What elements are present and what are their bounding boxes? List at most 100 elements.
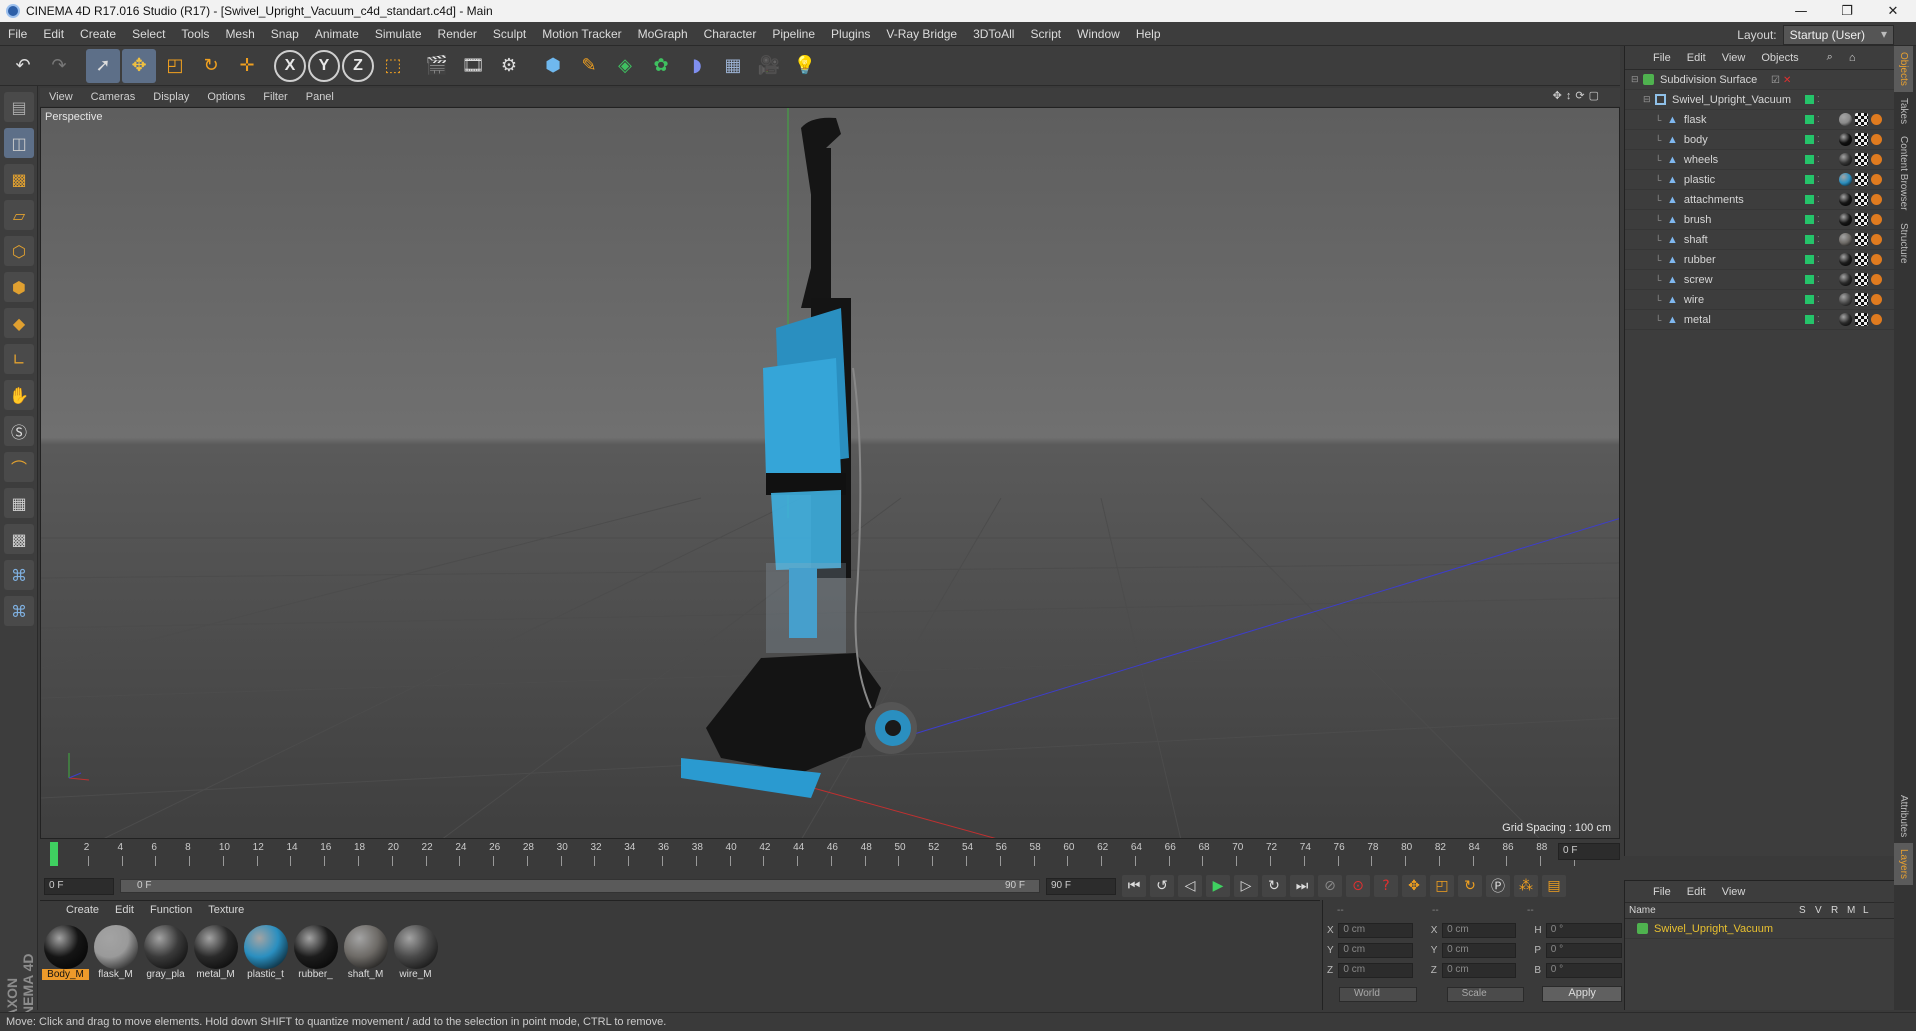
menu-sculpt[interactable]: Sculpt	[485, 27, 534, 41]
editor-render-visibility-icon[interactable]: ⁚	[1817, 175, 1820, 184]
pos-x-field[interactable]: 0 cm	[1338, 923, 1412, 938]
menu-file[interactable]: File	[0, 27, 35, 41]
menu-tools[interactable]: Tools	[173, 27, 217, 41]
phong-tag-icon[interactable]	[1871, 234, 1882, 245]
key-parameter-icon[interactable]: Ⓟ	[1486, 875, 1510, 897]
om-menu-file[interactable]: File	[1645, 52, 1679, 64]
uvw-tag-icon[interactable]	[1855, 133, 1868, 146]
record-keys-icon[interactable]: ⊙	[1346, 875, 1370, 897]
menu-select[interactable]: Select	[124, 27, 173, 41]
uvw-tag-icon[interactable]	[1855, 253, 1868, 266]
menu-edit[interactable]: Edit	[35, 27, 72, 41]
phong-tag-icon[interactable]	[1871, 134, 1882, 145]
material-tag-icon[interactable]	[1839, 213, 1852, 226]
rot-p-field[interactable]: 0 °	[1546, 943, 1622, 958]
object-row[interactable]: └▲rubber⁚	[1625, 250, 1894, 270]
lm-menu-edit[interactable]: Edit	[1679, 886, 1714, 898]
material-swatch[interactable]: Body_M	[42, 925, 89, 980]
uvw-tag-icon[interactable]	[1855, 113, 1868, 126]
menu-pipeline[interactable]: Pipeline	[764, 27, 823, 41]
workplane-lock-icon[interactable]: ▦	[4, 488, 34, 518]
motion-record-icon[interactable]: ⊘	[1318, 875, 1342, 897]
object-row[interactable]: └▲plastic⁚	[1625, 170, 1894, 190]
key-pla-icon[interactable]: ⁂	[1514, 875, 1538, 897]
size-y-field[interactable]: 0 cm	[1442, 943, 1516, 958]
mat-menu-function[interactable]: Function	[142, 904, 200, 916]
material-swatch[interactable]: metal_M	[192, 925, 239, 980]
subdivision-icon[interactable]: ◈	[608, 49, 642, 83]
mat-menu-texture[interactable]: Texture	[200, 904, 252, 916]
z-axis-lock-icon[interactable]: Z	[342, 50, 374, 82]
editor-render-visibility-icon[interactable]: ⁚	[1817, 135, 1820, 144]
menu-plugins[interactable]: Plugins	[823, 27, 878, 41]
autokey-icon[interactable]: ?	[1374, 875, 1398, 897]
phong-tag-icon[interactable]	[1871, 154, 1882, 165]
object-row[interactable]: └▲wheels⁚	[1625, 150, 1894, 170]
coord-scale-dropdown[interactable]: Scale	[1447, 987, 1525, 1002]
size-x-field[interactable]: 0 cm	[1442, 923, 1516, 938]
phong-tag-icon[interactable]	[1871, 114, 1882, 125]
mat-menu-edit[interactable]: Edit	[107, 904, 142, 916]
render-view-icon[interactable]: 🎬	[420, 49, 454, 83]
uvw-tag-icon[interactable]	[1855, 153, 1868, 166]
key-scale-icon[interactable]: ◰	[1430, 875, 1454, 897]
playhead[interactable]	[50, 842, 58, 866]
material-tag-icon[interactable]	[1839, 253, 1852, 266]
disable-icon[interactable]: ✕	[1783, 75, 1791, 86]
material-tag-icon[interactable]	[1839, 173, 1852, 186]
menu-3dtoall[interactable]: 3DToAll	[965, 27, 1022, 41]
live-selection-icon[interactable]: ➚	[86, 49, 120, 83]
move-icon[interactable]: ✥	[122, 49, 156, 83]
material-swatch[interactable]: flask_M	[92, 925, 139, 980]
material-tag-icon[interactable]	[1839, 233, 1852, 246]
pos-z-field[interactable]: 0 cm	[1338, 963, 1412, 978]
perspective-viewport[interactable]: Perspective Grid Spacing : 100 cm	[40, 107, 1620, 839]
next-key-icon[interactable]: ↻	[1262, 875, 1286, 897]
points-mode-icon[interactable]: ⬡	[4, 236, 34, 266]
object-row[interactable]: └▲metal⁚	[1625, 310, 1894, 330]
menu-character[interactable]: Character	[696, 27, 765, 41]
coordinate-system-icon[interactable]: ⬚	[376, 49, 410, 83]
menu-render[interactable]: Render	[430, 27, 485, 41]
material-swatch[interactable]: plastic_t	[242, 925, 289, 980]
viewport-menu-display[interactable]: Display	[144, 91, 198, 103]
texture-mode-icon[interactable]: ▩	[4, 164, 34, 194]
goto-end-icon[interactable]: ⏭	[1290, 875, 1314, 897]
tweak-icon[interactable]: ✋	[4, 380, 34, 410]
visibility-flags[interactable]: ⁚	[1805, 175, 1820, 184]
side-tab-structure[interactable]: Structure	[1894, 217, 1913, 270]
visibility-flags[interactable]: ⁚	[1805, 295, 1820, 304]
play-icon[interactable]: ▶	[1206, 875, 1230, 897]
menu-window[interactable]: Window	[1069, 27, 1128, 41]
side-tab-takes[interactable]: Takes	[1894, 92, 1913, 130]
viewport-menu-panel[interactable]: Panel	[297, 91, 343, 103]
visibility-flags[interactable]: ⁚	[1805, 95, 1820, 104]
phong-tag-icon[interactable]	[1871, 254, 1882, 265]
menu-script[interactable]: Script	[1022, 27, 1069, 41]
phong-tag-icon[interactable]	[1871, 314, 1882, 325]
render-picture-viewer-icon[interactable]: 🎞	[456, 49, 490, 83]
transform-icon[interactable]: ✛	[230, 49, 264, 83]
object-row[interactable]: └▲flask⁚	[1625, 110, 1894, 130]
side-tab-layers[interactable]: Layers	[1894, 843, 1913, 885]
light-icon[interactable]: 💡	[788, 49, 822, 83]
uvw-tag-icon[interactable]	[1855, 173, 1868, 186]
om-menu-view[interactable]: View	[1714, 52, 1754, 64]
x-axis-lock-icon[interactable]: X	[274, 50, 306, 82]
mat-menu-create[interactable]: Create	[58, 904, 107, 916]
subdivision-enable-flags[interactable]: ☑✕	[1771, 75, 1791, 86]
model-mode-icon[interactable]: ◫	[4, 128, 34, 158]
phong-tag-icon[interactable]	[1871, 194, 1882, 205]
viewport-menu-options[interactable]: Options	[198, 91, 254, 103]
redo-icon[interactable]: ↷	[42, 49, 76, 83]
viewport-menu-filter[interactable]: Filter	[254, 91, 296, 103]
om-search-icon[interactable]: ⌕	[1819, 51, 1841, 64]
object-row[interactable]: └▲screw⁚	[1625, 270, 1894, 290]
visibility-flags[interactable]: ⁚	[1805, 275, 1820, 284]
deformer-icon[interactable]: ◗	[680, 49, 714, 83]
cloner-icon[interactable]: ✿	[644, 49, 678, 83]
phong-tag-icon[interactable]	[1871, 274, 1882, 285]
material-swatch[interactable]: shaft_M	[342, 925, 389, 980]
snap-icon[interactable]: ⌒	[4, 452, 34, 482]
axis-mode-icon[interactable]: ∟	[4, 344, 34, 374]
